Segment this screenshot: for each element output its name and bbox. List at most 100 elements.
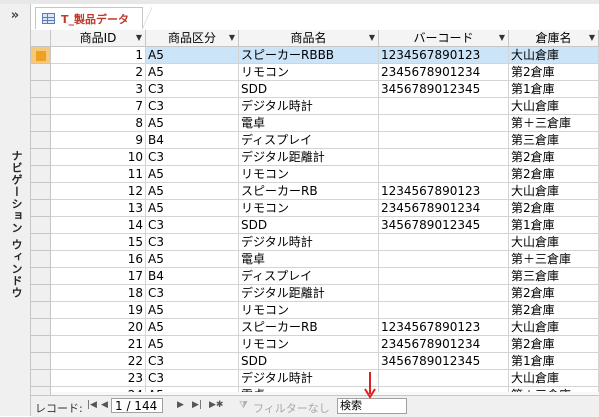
record-selector[interactable] xyxy=(31,285,51,302)
cell-category[interactable]: C3 xyxy=(146,98,239,115)
cell-category[interactable]: A5 xyxy=(146,115,239,132)
first-record-button[interactable]: |◀ xyxy=(87,400,97,410)
cell-id[interactable]: 21 xyxy=(51,336,146,353)
dropdown-icon[interactable]: ▼ xyxy=(136,30,142,46)
cell-barcode[interactable] xyxy=(379,251,509,268)
table-row[interactable]: 8 A5 電卓 第＋三倉庫 xyxy=(31,115,599,132)
search-input[interactable]: 検索 xyxy=(337,398,407,414)
record-selector[interactable] xyxy=(31,200,51,217)
cell-category[interactable]: C3 xyxy=(146,81,239,98)
cell-barcode[interactable] xyxy=(379,285,509,302)
cell-id[interactable]: 2 xyxy=(51,64,146,81)
cell-barcode[interactable] xyxy=(379,132,509,149)
cell-barcode[interactable] xyxy=(379,268,509,285)
cell-name[interactable]: リモコン xyxy=(239,166,379,183)
table-row[interactable]: 11 A5 リモコン 第2倉庫 xyxy=(31,166,599,183)
cell-barcode[interactable]: 2345678901234 xyxy=(379,64,509,81)
tab-table-products[interactable]: T_製品データ xyxy=(35,7,152,29)
cell-category[interactable]: B4 xyxy=(146,268,239,285)
current-record-input[interactable]: 1 / 144 xyxy=(111,398,163,413)
record-selector[interactable] xyxy=(31,353,51,370)
cell-name[interactable]: SDD xyxy=(239,353,379,370)
next-record-button[interactable]: ▶ xyxy=(177,400,184,410)
cell-name[interactable]: スピーカーRBBB xyxy=(239,47,379,64)
cell-id[interactable]: 3 xyxy=(51,81,146,98)
expand-nav-icon[interactable]: » xyxy=(7,8,23,24)
cell-id[interactable]: 9 xyxy=(51,132,146,149)
cell-name[interactable]: スピーカーRB xyxy=(239,183,379,200)
table-row[interactable]: 12 A5 スピーカーRB 1234567890123 大山倉庫 xyxy=(31,183,599,200)
cell-barcode[interactable] xyxy=(379,166,509,183)
cell-name[interactable]: リモコン xyxy=(239,200,379,217)
select-all-button[interactable] xyxy=(31,30,51,47)
last-record-button[interactable]: ▶| xyxy=(192,400,202,410)
cell-name[interactable]: リモコン xyxy=(239,64,379,81)
cell-name[interactable]: デジタル時計 xyxy=(239,234,379,251)
cell-barcode[interactable] xyxy=(379,370,509,387)
cell-id[interactable]: 19 xyxy=(51,302,146,319)
record-selector[interactable] xyxy=(31,81,51,98)
cell-id[interactable]: 11 xyxy=(51,166,146,183)
cell-id[interactable]: 8 xyxy=(51,115,146,132)
cell-category[interactable]: A5 xyxy=(146,251,239,268)
record-selector[interactable] xyxy=(31,98,51,115)
new-record-button[interactable]: ▶✱ xyxy=(209,400,223,410)
cell-barcode[interactable]: 2345678901234 xyxy=(379,200,509,217)
table-row[interactable]: 23 C3 デジタル時計 大山倉庫 xyxy=(31,370,599,387)
dropdown-icon[interactable]: ▼ xyxy=(589,30,595,46)
cell-warehouse[interactable]: 第＋三倉庫 xyxy=(509,251,599,268)
cell-barcode[interactable] xyxy=(379,234,509,251)
cell-id[interactable]: 23 xyxy=(51,370,146,387)
column-header-category[interactable]: 商品区分 ▼ xyxy=(146,30,239,47)
cell-category[interactable]: A5 xyxy=(146,166,239,183)
cell-warehouse[interactable]: 大山倉庫 xyxy=(509,47,599,64)
cell-warehouse[interactable]: 大山倉庫 xyxy=(509,98,599,115)
cell-id[interactable]: 16 xyxy=(51,251,146,268)
column-header-id[interactable]: 商品ID ▼ xyxy=(51,30,146,47)
cell-warehouse[interactable]: 第2倉庫 xyxy=(509,200,599,217)
record-selector[interactable] xyxy=(31,166,51,183)
dropdown-icon[interactable]: ▼ xyxy=(229,30,235,46)
cell-category[interactable]: A5 xyxy=(146,64,239,81)
cell-category[interactable]: A5 xyxy=(146,200,239,217)
cell-name[interactable]: ディスプレイ xyxy=(239,268,379,285)
table-row[interactable]: 17 B4 ディスプレイ 第三倉庫 xyxy=(31,268,599,285)
record-selector[interactable] xyxy=(31,268,51,285)
record-selector[interactable] xyxy=(31,132,51,149)
table-row[interactable]: 2 A5 リモコン 2345678901234 第2倉庫 xyxy=(31,64,599,81)
table-row[interactable]: 1 A5 スピーカーRBBB 1234567890123 大山倉庫 xyxy=(31,47,599,64)
cell-category[interactable]: C3 xyxy=(146,217,239,234)
record-selector[interactable] xyxy=(31,387,51,395)
cell-warehouse[interactable]: 大山倉庫 xyxy=(509,319,599,336)
cell-category[interactable]: A5 xyxy=(146,319,239,336)
cell-category[interactable]: A5 xyxy=(146,183,239,200)
cell-category[interactable]: A5 xyxy=(146,47,239,64)
cell-warehouse[interactable]: 第2倉庫 xyxy=(509,302,599,319)
cell-id[interactable]: 7 xyxy=(51,98,146,115)
previous-record-button[interactable]: ◀ xyxy=(101,400,108,410)
table-row[interactable]: 19 A5 リモコン 第2倉庫 xyxy=(31,302,599,319)
cell-id[interactable]: 10 xyxy=(51,149,146,166)
cell-name[interactable]: SDD xyxy=(239,217,379,234)
record-selector[interactable] xyxy=(31,115,51,132)
dropdown-icon[interactable]: ▼ xyxy=(499,30,505,46)
cell-warehouse[interactable]: 大山倉庫 xyxy=(509,370,599,387)
cell-warehouse[interactable]: 第2倉庫 xyxy=(509,285,599,302)
cell-warehouse[interactable]: 大山倉庫 xyxy=(509,183,599,200)
cell-warehouse[interactable]: 第2倉庫 xyxy=(509,336,599,353)
datasheet-grid[interactable]: 商品ID ▼ 商品区分 ▼ 商品名 ▼ バーコード ▼ 倉庫名 ▼ 1 A5 スピーカーRBB… xyxy=(31,30,599,395)
table-row[interactable]: 15 C3 デジタル時計 大山倉庫 xyxy=(31,234,599,251)
cell-category[interactable]: A5 xyxy=(146,336,239,353)
cell-barcode[interactable] xyxy=(379,98,509,115)
cell-warehouse[interactable]: 第＋三倉庫 xyxy=(509,115,599,132)
table-row[interactable]: 18 C3 デジタル距離計 第2倉庫 xyxy=(31,285,599,302)
column-header-barcode[interactable]: バーコード ▼ xyxy=(379,30,509,47)
cell-name[interactable]: デジタル時計 xyxy=(239,98,379,115)
table-row[interactable]: 10 C3 デジタル距離計 第2倉庫 xyxy=(31,149,599,166)
record-selector[interactable] xyxy=(31,336,51,353)
record-selector[interactable] xyxy=(31,149,51,166)
column-header-warehouse[interactable]: 倉庫名 ▼ xyxy=(509,30,599,47)
cell-warehouse[interactable]: 第1倉庫 xyxy=(509,81,599,98)
cell-warehouse[interactable]: 第三倉庫 xyxy=(509,268,599,285)
cell-name[interactable]: スピーカーRB xyxy=(239,319,379,336)
